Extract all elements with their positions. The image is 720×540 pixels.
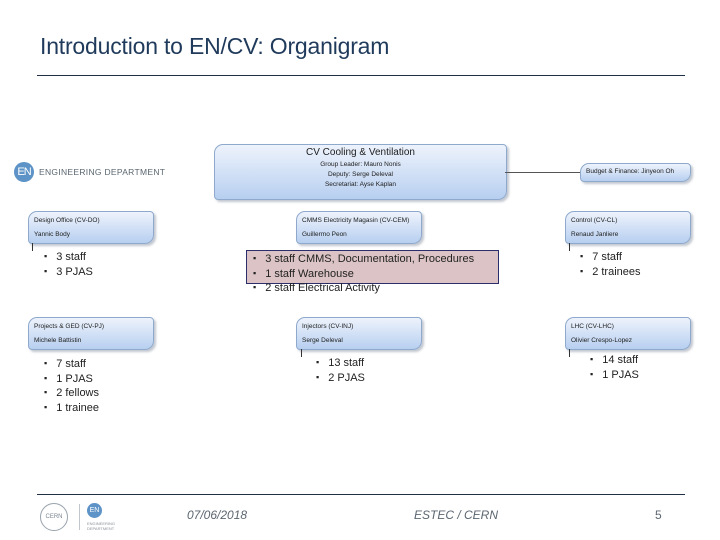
connector-tick xyxy=(301,349,302,357)
bullet-item: 3 staff xyxy=(44,250,93,265)
unit-leader: Olivier Crespo-Lopez xyxy=(571,337,633,344)
bullet-item: 3 PJAS xyxy=(44,265,93,280)
cern-logo-icon: CERN xyxy=(40,503,68,531)
bullet-list-lhc: 14 staff 1 PJAS xyxy=(590,353,639,382)
bullet-list-control: 7 staff 2 trainees xyxy=(580,250,641,280)
org-box-cmms-magasin: CMMS Electricity Magasin (CV-CEM) Guille… xyxy=(296,211,422,244)
title-divider xyxy=(37,75,685,76)
bullet-item: 1 staff Warehouse xyxy=(253,267,474,282)
bullet-item: 7 staff xyxy=(44,357,99,372)
unit-name: Design Office (CV-DO) xyxy=(34,217,100,224)
engineering-department-logo: EN ENGINEERING DEPARTMENT xyxy=(14,162,165,182)
org-box-design-office: Design Office (CV-DO) Yannic Body xyxy=(28,211,154,244)
group-leader: Group Leader: Mauro Nonis xyxy=(320,161,401,168)
bullet-item: 2 fellows xyxy=(44,386,99,401)
unit-leader: Yannic Body xyxy=(34,231,71,238)
org-box-control: Control (CV-CL) Renaud Janliere xyxy=(565,211,691,244)
bullet-item: 3 staff CMMS, Documentation, Procedures xyxy=(253,252,474,267)
bullet-item: 1 PJAS xyxy=(590,368,639,383)
org-box-lhc: LHC (CV-LHC) Olivier Crespo-Lopez xyxy=(565,317,691,350)
footer-date: 07/06/2018 xyxy=(187,508,248,522)
bullet-item: 2 PJAS xyxy=(316,371,365,386)
footer-venue: ESTEC / CERN xyxy=(414,508,499,522)
unit-name: CMMS Electricity Magasin (CV-CEM) xyxy=(302,217,410,224)
connector-line xyxy=(505,172,581,173)
org-box-budget: Budget & Finance: Jinyeon Oh xyxy=(580,163,691,182)
bullet-item: 1 PJAS xyxy=(44,372,99,387)
unit-name: Projects & GED (CV-PJ) xyxy=(34,323,105,330)
unit-leader: Guillermo Peon xyxy=(302,231,347,238)
department-label: ENGINEERING DEPARTMENT xyxy=(39,167,166,177)
connector-tick xyxy=(32,243,33,251)
unit-name: LHC (CV-LHC) xyxy=(571,323,614,330)
footer-divider xyxy=(37,494,685,495)
en-footer-logo-icon: EN xyxy=(87,503,102,518)
group-deputy: Deputy: Serge Deleval xyxy=(327,171,394,178)
unit-leader: Michele Battistin xyxy=(34,337,82,344)
bullet-item: 13 staff xyxy=(316,356,365,371)
bullet-list-injectors: 13 staff 2 PJAS xyxy=(316,356,365,385)
bullet-item: 14 staff xyxy=(590,353,639,368)
bullet-item: 7 staff xyxy=(580,250,641,265)
bullet-list-design-office: 3 staff 3 PJAS xyxy=(44,250,93,279)
group-name: CV Cooling & Ventilation xyxy=(306,147,415,158)
unit-name: Injectors (CV-INJ) xyxy=(302,323,354,330)
page-number: 5 xyxy=(655,508,662,522)
unit-leader: Serge Deleval xyxy=(302,337,343,344)
slide-title: Introduction to EN/CV: Organigram xyxy=(40,33,390,59)
org-box-cv-group: CV Cooling & Ventilation Group Leader: M… xyxy=(214,144,507,200)
en-footer-label: ENGINEERING DEPARTMENT xyxy=(87,521,116,531)
en-logo-icon: EN xyxy=(14,162,34,182)
bullet-list-projects: 7 staff 1 PJAS 2 fellows 1 trainee xyxy=(44,357,99,415)
group-secretariat: Secretariat: Ayse Kaplan xyxy=(324,181,397,188)
logo-separator xyxy=(79,504,80,530)
bullet-item: 1 trainee xyxy=(44,401,99,416)
bullet-item: 2 staff Electrical Activity xyxy=(253,281,474,296)
bullet-item: 2 trainees xyxy=(580,265,640,280)
unit-leader: Renaud Janliere xyxy=(571,231,619,238)
org-box-projects: Projects & GED (CV-PJ) Michele Battistin xyxy=(28,317,154,350)
unit-name: Control (CV-CL) xyxy=(571,217,618,224)
connector-tick xyxy=(569,349,570,357)
bullet-list-cmms-magasin: 3 staff CMMS, Documentation, Procedures … xyxy=(253,252,474,296)
budget-label: Budget & Finance: Jinyeon Oh xyxy=(586,168,675,175)
org-box-injectors: Injectors (CV-INJ) Serge Deleval xyxy=(296,317,422,350)
connector-tick xyxy=(569,243,570,251)
